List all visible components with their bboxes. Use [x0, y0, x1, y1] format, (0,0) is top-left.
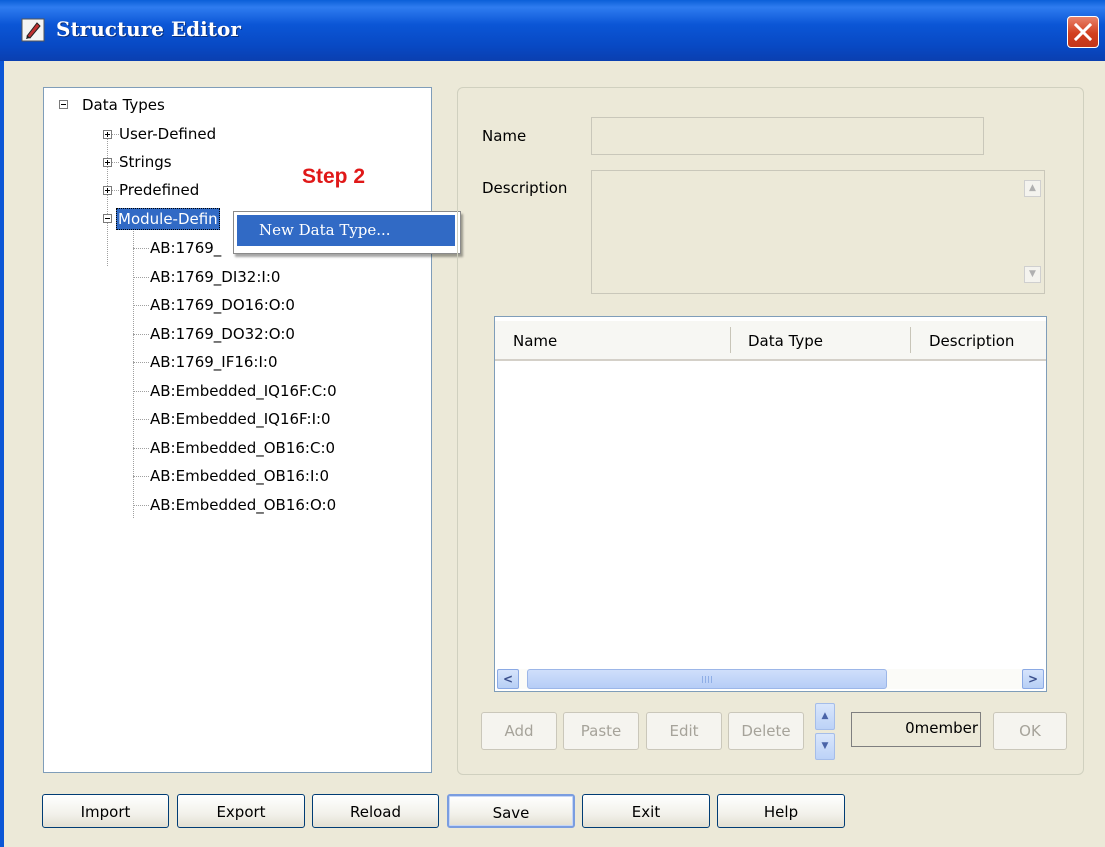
tree-item-module[interactable]: AB:1769_DO16:O:0	[150, 295, 295, 315]
title-bar: Structure Editor	[0, 0, 1105, 61]
step-annotation: Step 2	[302, 165, 366, 188]
scroll-thumb[interactable]	[527, 669, 887, 689]
scroll-down-icon[interactable]: ▼	[1024, 266, 1041, 283]
tree-item-module[interactable]: AB:1769_DI32:I:0	[150, 267, 280, 287]
edit-button[interactable]: Edit	[646, 712, 722, 750]
name-label: Name	[482, 127, 527, 145]
column-name[interactable]: Name	[513, 321, 557, 359]
tree-item-module[interactable]: AB:1769_DO32:O:0	[150, 324, 295, 344]
add-button[interactable]: Add	[481, 712, 557, 750]
tree-item-module[interactable]: AB:Embedded_OB16:O:0	[150, 495, 336, 515]
tree-item-module[interactable]: AB:Embedded_IQ16F:I:0	[150, 409, 331, 429]
scroll-left-icon[interactable]: <	[497, 669, 519, 689]
tree-item-module[interactable]: AB:1769_IF16:I:0	[150, 352, 278, 372]
description-field[interactable]	[591, 170, 1045, 294]
import-button[interactable]: Import	[42, 794, 169, 828]
member-spinner[interactable]: ▲ ▼	[815, 703, 835, 761]
expand-icon[interactable]	[103, 130, 112, 139]
scroll-up-icon[interactable]: ▲	[1024, 180, 1041, 197]
tree-item-strings[interactable]: Strings	[119, 152, 172, 172]
context-menu: New Data Type...	[233, 211, 461, 254]
table-header: Name Data Type Description	[495, 321, 1046, 361]
name-field[interactable]	[591, 117, 984, 155]
tree-item-module-defined[interactable]: Module-Defin	[116, 208, 220, 230]
collapse-icon[interactable]	[103, 214, 112, 223]
tree-item-user-defined[interactable]: User-Defined	[119, 124, 216, 144]
expand-icon[interactable]	[103, 186, 112, 195]
help-button[interactable]: Help	[717, 794, 845, 828]
tree-item-module[interactable]: AB:Embedded_OB16:C:0	[150, 438, 335, 458]
export-button[interactable]: Export	[177, 794, 305, 828]
description-label: Description	[482, 179, 568, 197]
tree-root-data-types[interactable]: Data Types	[82, 95, 165, 115]
save-button[interactable]: Save	[447, 794, 575, 828]
window-frame	[0, 61, 4, 847]
horizontal-scrollbar[interactable]: < >	[497, 669, 1044, 689]
tree-item-module[interactable]: AB:Embedded_OB16:I:0	[150, 466, 329, 486]
column-description[interactable]: Description	[929, 321, 1014, 359]
collapse-icon[interactable]	[59, 100, 68, 109]
paste-button[interactable]: Paste	[563, 712, 639, 750]
exit-button[interactable]: Exit	[582, 794, 710, 828]
member-count: 0member	[851, 712, 981, 747]
spin-down-icon[interactable]: ▼	[815, 733, 835, 760]
expand-icon[interactable]	[103, 158, 112, 167]
close-button[interactable]	[1067, 16, 1099, 48]
column-data-type[interactable]: Data Type	[748, 321, 823, 359]
members-table[interactable]: Name Data Type Description < >	[494, 316, 1047, 692]
tree-item-module[interactable]: AB:Embedded_IQ16F:C:0	[150, 381, 337, 401]
menu-item-new-data-type[interactable]: New Data Type...	[237, 215, 455, 246]
data-types-tree[interactable]: Data Types User-Defined Strings Predefin…	[43, 87, 432, 773]
reload-button[interactable]: Reload	[312, 794, 439, 828]
ok-button[interactable]: OK	[993, 712, 1067, 750]
spin-up-icon[interactable]: ▲	[815, 703, 835, 730]
app-icon	[21, 18, 45, 42]
tree-item-module[interactable]: AB:1769_	[150, 238, 221, 258]
tree-item-predefined[interactable]: Predefined	[119, 180, 199, 200]
scroll-right-icon[interactable]: >	[1022, 669, 1044, 689]
delete-button[interactable]: Delete	[728, 712, 804, 750]
window-title: Structure Editor	[56, 17, 241, 41]
close-icon	[1073, 22, 1093, 42]
